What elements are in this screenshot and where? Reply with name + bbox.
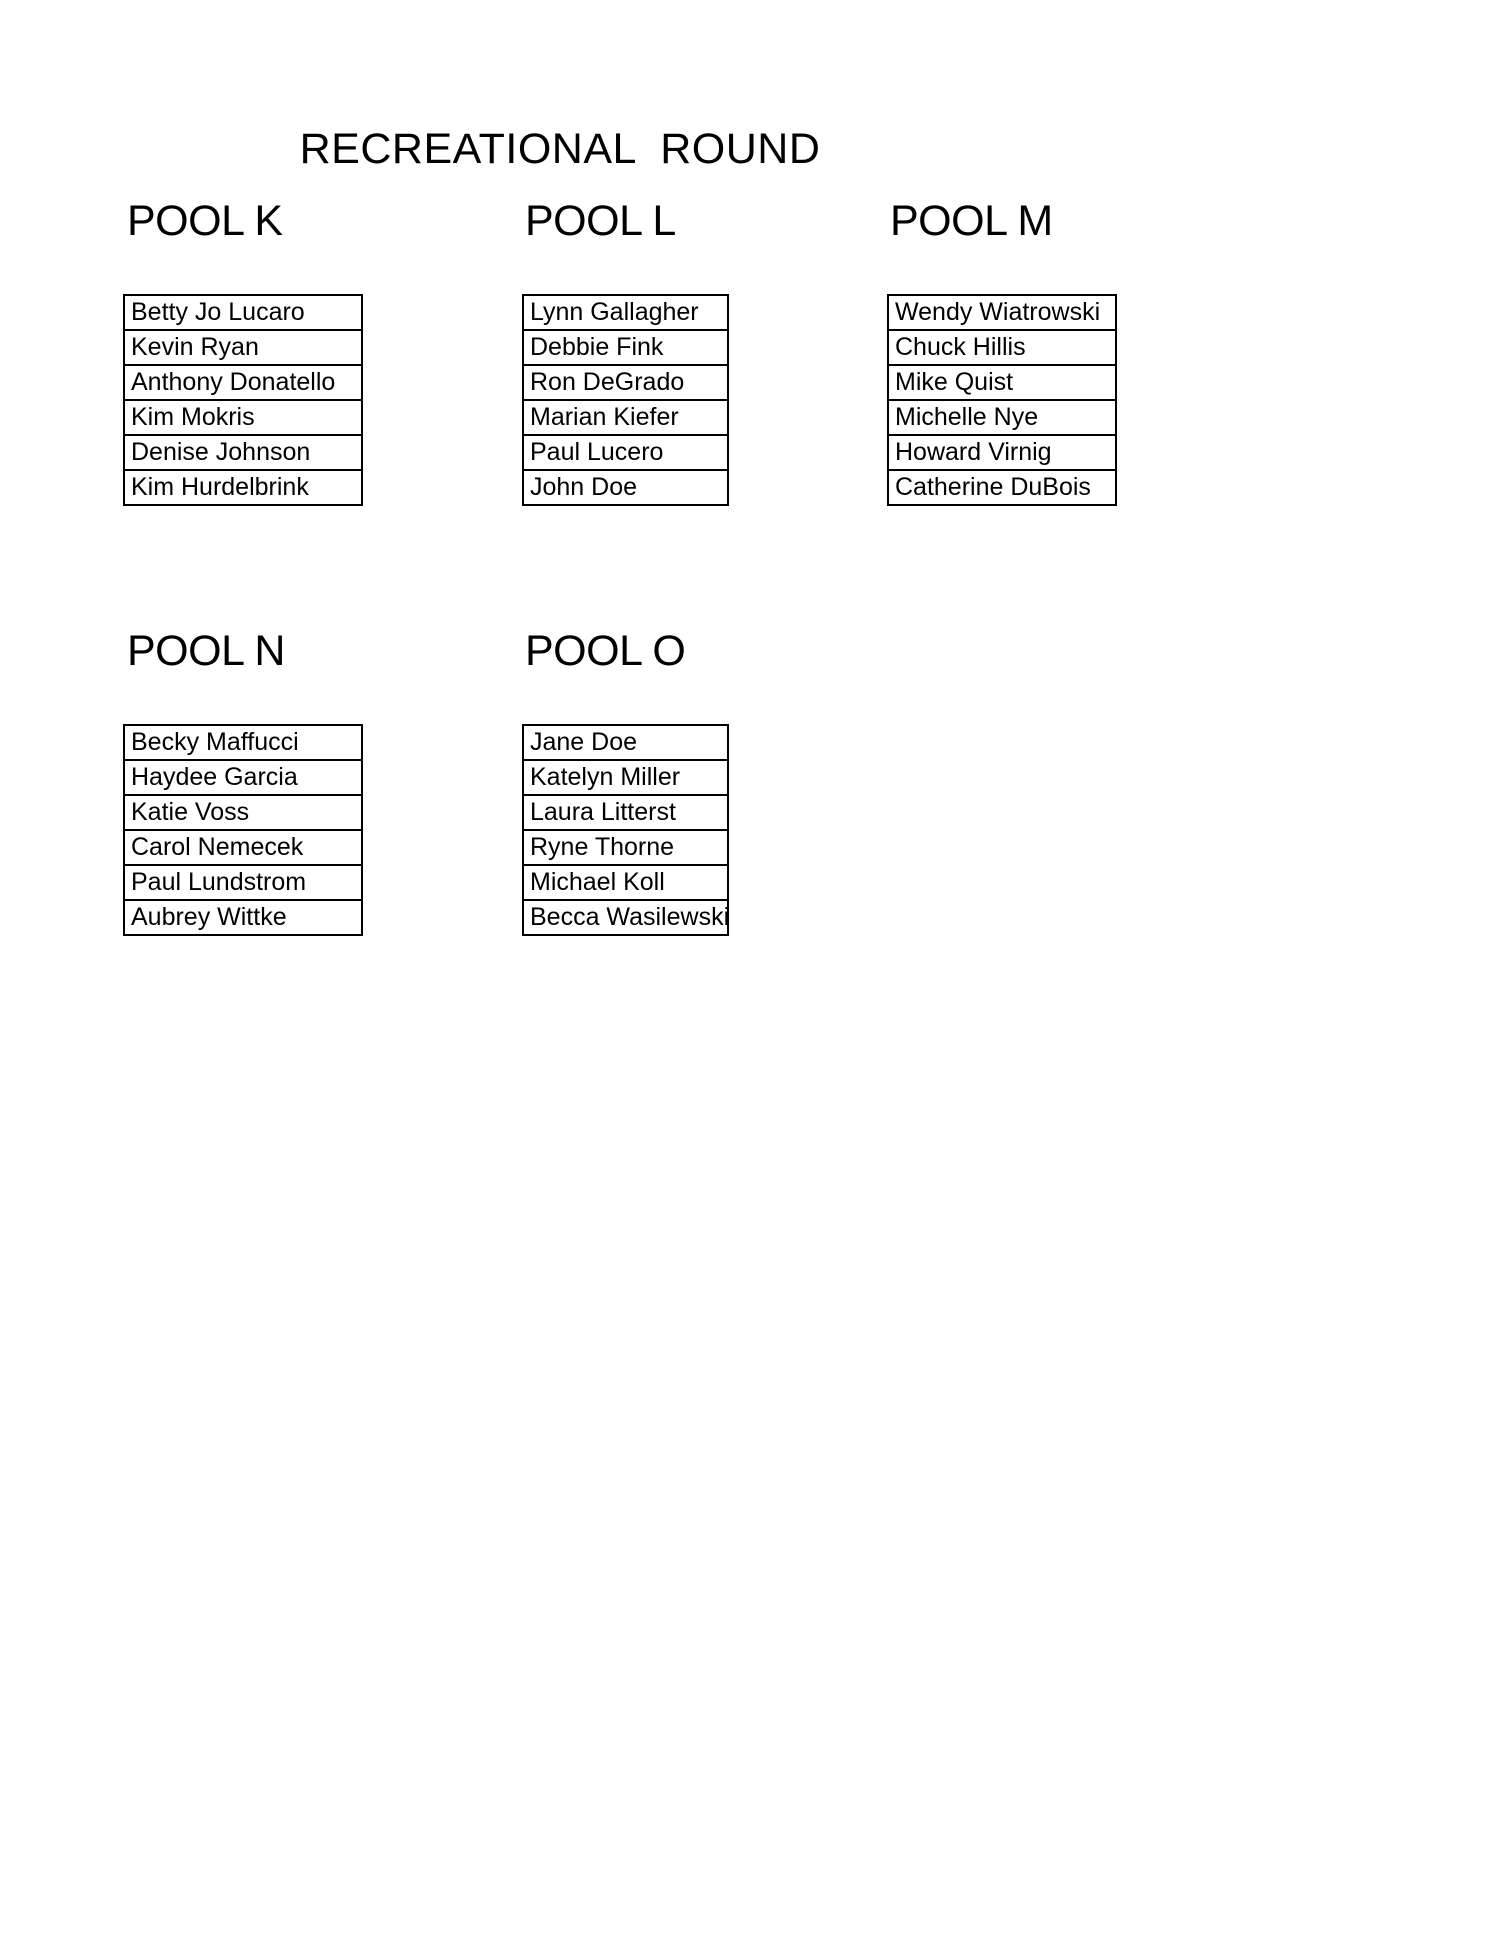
table-row: Chuck Hillis <box>887 329 1117 366</box>
table-row: Paul Lucero <box>522 434 729 471</box>
player-name-cell: Becca Wasilewski <box>522 899 729 936</box>
player-name-cell: Anthony Donatello <box>123 364 363 401</box>
table-row: Kim Mokris <box>123 399 363 436</box>
player-name-cell: Debbie Fink <box>522 329 729 366</box>
pool-heading-m: POOL M <box>890 197 1053 245</box>
table-row: Katie Voss <box>123 794 363 831</box>
player-name-cell: Paul Lucero <box>522 434 729 471</box>
table-row: Jane Doe <box>522 724 729 761</box>
pool-heading-l: POOL L <box>525 197 676 245</box>
pool-roster-table-l: Lynn Gallagher Debbie Fink Ron DeGrado M… <box>522 294 729 506</box>
table-row: Ron DeGrado <box>522 364 729 401</box>
player-name-cell: Laura Litterst <box>522 794 729 831</box>
player-name-cell: John Doe <box>522 469 729 506</box>
table-row: Laura Litterst <box>522 794 729 831</box>
table-row: Michelle Nye <box>887 399 1117 436</box>
table-row: Debbie Fink <box>522 329 729 366</box>
pool-heading-n: POOL N <box>127 627 285 675</box>
player-name-cell: Mike Quist <box>887 364 1117 401</box>
table-row: Katelyn Miller <box>522 759 729 796</box>
pool-roster-table-m: Wendy Wiatrowski Chuck Hillis Mike Quist… <box>887 294 1117 506</box>
table-row: Becca Wasilewski <box>522 899 729 936</box>
player-name-cell: Jane Doe <box>522 724 729 761</box>
pool-heading-o: POOL O <box>525 627 686 675</box>
table-row: Denise Johnson <box>123 434 363 471</box>
player-name-cell: Lynn Gallagher <box>522 294 729 331</box>
player-name-cell: Katelyn Miller <box>522 759 729 796</box>
player-name-cell: Wendy Wiatrowski <box>887 294 1117 331</box>
pool-roster-table-o: Jane Doe Katelyn Miller Laura Litterst R… <box>522 724 729 936</box>
table-row: Howard Virnig <box>887 434 1117 471</box>
table-row: Betty Jo Lucaro <box>123 294 363 331</box>
table-row: John Doe <box>522 469 729 506</box>
table-row: Kevin Ryan <box>123 329 363 366</box>
table-row: Anthony Donatello <box>123 364 363 401</box>
document-page: RECREATIONAL ROUND POOL K Betty Jo Lucar… <box>0 0 1500 1942</box>
table-row: Carol Nemecek <box>123 829 363 866</box>
page-title: RECREATIONAL ROUND <box>299 125 821 173</box>
player-name-cell: Marian Kiefer <box>522 399 729 436</box>
table-row: Haydee Garcia <box>123 759 363 796</box>
player-name-cell: Becky Maffucci <box>123 724 363 761</box>
pool-roster-table-k: Betty Jo Lucaro Kevin Ryan Anthony Donat… <box>123 294 363 506</box>
player-name-cell: Denise Johnson <box>123 434 363 471</box>
player-name-cell: Chuck Hillis <box>887 329 1117 366</box>
table-row: Marian Kiefer <box>522 399 729 436</box>
table-row: Lynn Gallagher <box>522 294 729 331</box>
player-name-cell: Michelle Nye <box>887 399 1117 436</box>
table-row: Mike Quist <box>887 364 1117 401</box>
table-row: Michael Koll <box>522 864 729 901</box>
player-name-cell: Betty Jo Lucaro <box>123 294 363 331</box>
player-name-cell: Carol Nemecek <box>123 829 363 866</box>
player-name-cell: Ryne Thorne <box>522 829 729 866</box>
table-row: Catherine DuBois <box>887 469 1117 506</box>
player-name-cell: Catherine DuBois <box>887 469 1117 506</box>
player-name-cell: Howard Virnig <box>887 434 1117 471</box>
player-name-cell: Haydee Garcia <box>123 759 363 796</box>
table-row: Wendy Wiatrowski <box>887 294 1117 331</box>
table-row: Becky Maffucci <box>123 724 363 761</box>
player-name-cell: Paul Lundstrom <box>123 864 363 901</box>
pool-heading-k: POOL K <box>127 197 283 245</box>
player-name-cell: Kim Mokris <box>123 399 363 436</box>
player-name-cell: Kim Hurdelbrink <box>123 469 363 506</box>
player-name-cell: Katie Voss <box>123 794 363 831</box>
player-name-cell: Michael Koll <box>522 864 729 901</box>
table-row: Paul Lundstrom <box>123 864 363 901</box>
table-row: Kim Hurdelbrink <box>123 469 363 506</box>
player-name-cell: Ron DeGrado <box>522 364 729 401</box>
player-name-cell: Aubrey Wittke <box>123 899 363 936</box>
table-row: Aubrey Wittke <box>123 899 363 936</box>
table-row: Ryne Thorne <box>522 829 729 866</box>
player-name-cell: Kevin Ryan <box>123 329 363 366</box>
pool-roster-table-n: Becky Maffucci Haydee Garcia Katie Voss … <box>123 724 363 936</box>
